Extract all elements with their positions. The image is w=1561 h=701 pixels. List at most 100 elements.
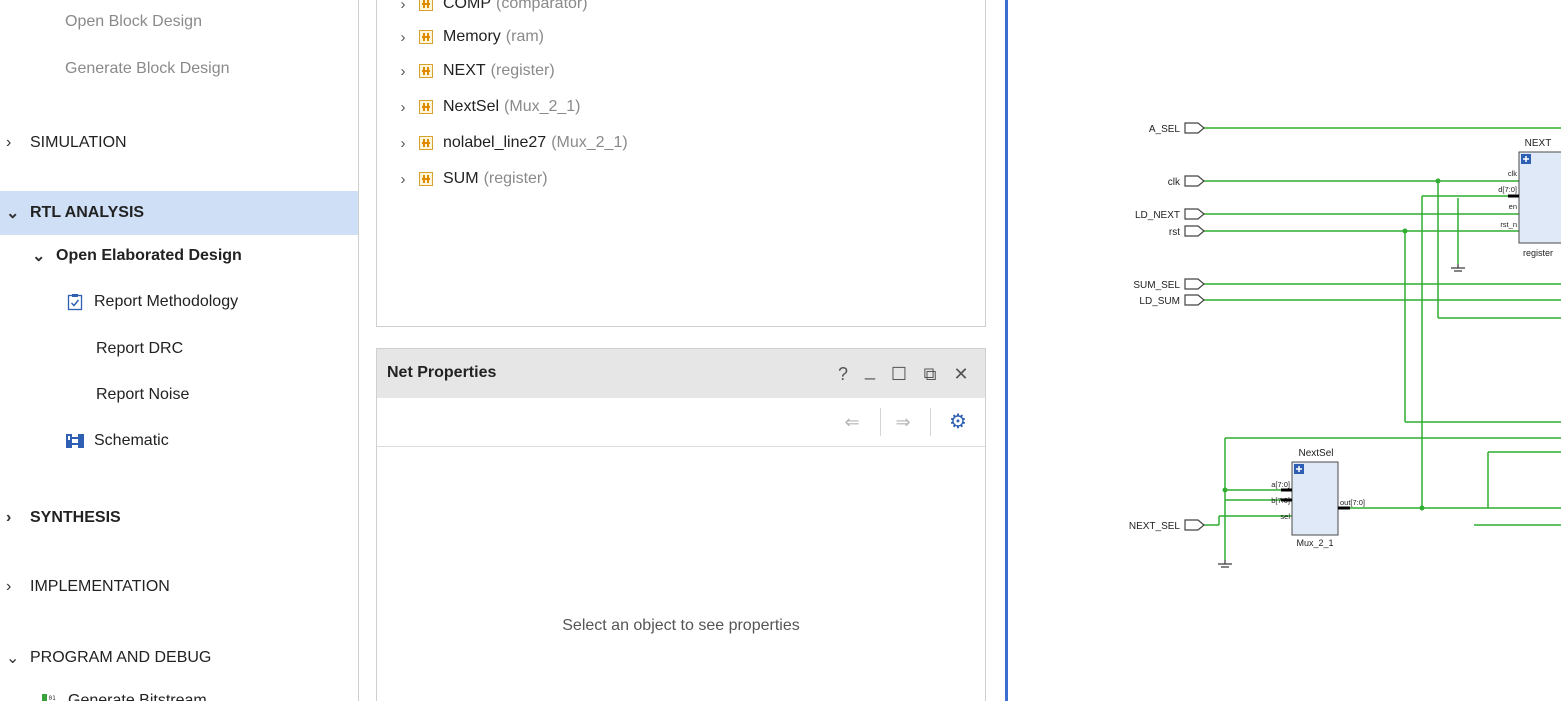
- flow-navigator: Open Block Design Generate Block Design …: [0, 0, 359, 701]
- pin-label: d[7:0]: [1498, 185, 1517, 194]
- chevron-right-icon[interactable]: ›: [391, 99, 415, 116]
- tree-cell-type: (comparator): [496, 0, 588, 12]
- chevron-right-icon[interactable]: ›: [391, 0, 415, 13]
- svg-text:01: 01: [49, 695, 57, 701]
- pin-label: sel: [1280, 512, 1290, 521]
- nav-report-noise[interactable]: Report Noise: [0, 373, 358, 417]
- chevron-right-icon[interactable]: ›: [6, 134, 30, 152]
- tree-cell-type: (register): [483, 170, 548, 187]
- tree-cell-type: (ram): [505, 28, 544, 45]
- clipboard-check-icon: [64, 293, 86, 311]
- nav-section-simulation[interactable]: › SIMULATION: [0, 121, 358, 165]
- tree-row[interactable]: › NEXT (register): [377, 53, 555, 89]
- nav-generate-bitstream[interactable]: 0110 Generate Bitstream: [0, 679, 358, 701]
- port-rst: [1184, 225, 1205, 237]
- port-a-sel: [1184, 122, 1205, 134]
- tree-cell-type: (Mux_2_1): [551, 134, 628, 151]
- empty-properties-message: Select an object to see properties: [562, 617, 800, 634]
- nav-section-label: SIMULATION: [30, 134, 127, 151]
- panel-toolbar: ⇐ ⇒ ⚙: [377, 398, 985, 447]
- cell-icon: [419, 0, 433, 11]
- chevron-down-icon[interactable]: ⌄: [32, 246, 56, 266]
- maximize-button[interactable]: ☐: [888, 363, 910, 385]
- tree-cell-name: NextSel: [443, 98, 500, 115]
- block-type: Mux_2_1: [1296, 538, 1333, 548]
- block-name: NEXT: [1525, 138, 1552, 149]
- panel-title: Net Properties: [387, 364, 497, 381]
- chevron-right-icon[interactable]: ›: [6, 509, 30, 527]
- port-label: A_SEL: [1149, 124, 1181, 135]
- schematic-canvas[interactable]: A_SEL clk LD_NEXT rst SUM_SEL LD_SUM NEX…: [1008, 0, 1561, 701]
- block-type: register: [1523, 248, 1553, 258]
- bitstream-icon: 0110: [38, 692, 60, 701]
- tree-cell-name: COMP: [443, 0, 491, 12]
- nav-label: Generate Block Design: [65, 60, 230, 77]
- tree-cell-name: NEXT: [443, 62, 486, 79]
- nav-label: Generate Bitstream: [68, 692, 207, 701]
- tree-row[interactable]: › nolabel_line27 (Mux_2_1): [377, 125, 628, 161]
- nav-report-drc[interactable]: Report DRC: [0, 327, 358, 371]
- port-clk: [1184, 175, 1205, 187]
- chevron-right-icon[interactable]: ›: [6, 578, 30, 596]
- nav-section-implementation[interactable]: › IMPLEMENTATION: [0, 565, 358, 609]
- back-button[interactable]: ⇐: [839, 410, 865, 434]
- nav-section-program-debug[interactable]: ⌄ PROGRAM AND DEBUG: [0, 636, 358, 680]
- port-label: NEXT_SEL: [1129, 521, 1181, 532]
- pin-label: clk: [1508, 169, 1517, 178]
- nav-open-block-design[interactable]: Open Block Design: [0, 0, 358, 44]
- port-label: LD_NEXT: [1135, 210, 1180, 221]
- hierarchy-pane: › COMP (comparator) › Memory (ram) › NEX…: [376, 0, 986, 327]
- nav-label: Schematic: [94, 432, 169, 449]
- nav-section-label: RTL ANALYSIS: [30, 204, 145, 221]
- tree-row[interactable]: › NextSel (Mux_2_1): [377, 89, 581, 125]
- chevron-right-icon[interactable]: ›: [391, 135, 415, 152]
- settings-gear-icon[interactable]: ⚙: [945, 410, 971, 434]
- chevron-right-icon[interactable]: ›: [391, 171, 415, 188]
- chevron-down-icon[interactable]: ⌄: [6, 203, 30, 223]
- pin-label: out[7:0]: [1340, 498, 1365, 507]
- cell-icon: [419, 100, 433, 114]
- close-button[interactable]: ✕: [950, 363, 972, 385]
- schematic-icon: [64, 432, 86, 450]
- cell-icon: [419, 172, 433, 186]
- tree-cell-type: (register): [490, 62, 555, 79]
- nav-section-label: PROGRAM AND DEBUG: [30, 649, 212, 666]
- nav-schematic[interactable]: Schematic: [0, 419, 358, 463]
- nav-section-rtl-analysis[interactable]: ⌄ RTL ANALYSIS: [0, 191, 358, 235]
- pin-label: a[7:0]: [1271, 480, 1290, 489]
- tree-row[interactable]: › Memory (ram): [377, 19, 545, 55]
- tree-row[interactable]: › SUM (register): [377, 161, 548, 197]
- float-button[interactable]: ⧉: [919, 363, 941, 385]
- schematic-svg: A_SEL clk LD_NEXT rst SUM_SEL LD_SUM NEX…: [1129, 122, 1561, 568]
- panel-header: Net Properties ? _ ☐ ⧉ ✕: [377, 349, 985, 398]
- block-name: NextSel: [1298, 448, 1333, 459]
- nav-report-methodology[interactable]: Report Methodology: [0, 280, 358, 324]
- cell-icon: [419, 30, 433, 44]
- nav-label: Report Methodology: [94, 293, 239, 310]
- port-next-sel: [1184, 519, 1205, 531]
- chevron-right-icon[interactable]: ›: [391, 29, 415, 46]
- nav-section-synthesis[interactable]: › SYNTHESIS: [0, 496, 358, 540]
- nextsel-mux-block: NextSel a[7:0] b[7:0] sel out[7:0] Mux_2…: [1271, 448, 1365, 548]
- toolbar-separator: [880, 408, 881, 436]
- toolbar-separator: [930, 408, 931, 436]
- tree-cell-name: nolabel_line27: [443, 134, 547, 151]
- minimize-button[interactable]: _: [859, 359, 881, 381]
- nav-label: Open Elaborated Design: [56, 247, 242, 264]
- port-ld-sum: [1184, 294, 1205, 306]
- port-label: LD_SUM: [1139, 296, 1180, 307]
- nav-generate-block-design[interactable]: Generate Block Design: [0, 47, 358, 91]
- port-label: clk: [1168, 177, 1181, 188]
- port-label: rst: [1169, 227, 1180, 238]
- nav-label: Report DRC: [96, 340, 184, 357]
- chevron-down-icon[interactable]: ⌄: [6, 648, 30, 668]
- net-properties-panel: Net Properties ? _ ☐ ⧉ ✕ ⇐ ⇒ ⚙ Select an…: [376, 348, 986, 701]
- forward-button[interactable]: ⇒: [890, 410, 916, 434]
- port-sum-sel: [1184, 278, 1205, 290]
- chevron-right-icon[interactable]: ›: [391, 63, 415, 80]
- nav-open-elaborated-design[interactable]: ⌄ Open Elaborated Design: [0, 234, 358, 278]
- tree-cell-name: Memory: [443, 28, 501, 45]
- tree-cell-type: (Mux_2_1): [504, 98, 581, 115]
- nav-label: Open Block Design: [65, 13, 202, 30]
- help-button[interactable]: ?: [832, 363, 854, 385]
